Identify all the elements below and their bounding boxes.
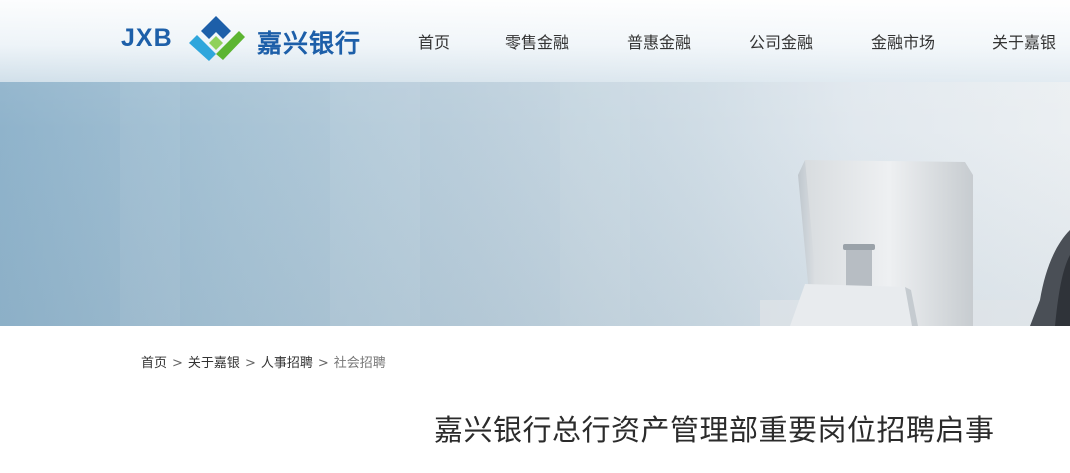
breadcrumb: 首页 > 关于嘉银 > 人事招聘 > 社会招聘: [141, 352, 386, 371]
breadcrumb-separator: >: [244, 356, 256, 371]
nav-item-about[interactable]: 关于嘉银: [992, 29, 1056, 53]
breadcrumb-home[interactable]: 首页: [141, 356, 167, 371]
nav-item-home[interactable]: 首页: [418, 29, 450, 53]
breadcrumb-separator: >: [172, 356, 183, 371]
breadcrumb-separator: >: [317, 356, 329, 371]
logo-text-cn: 嘉兴银行: [257, 29, 362, 58]
breadcrumb-recruitment[interactable]: 人事招聘: [261, 356, 313, 371]
breadcrumb-about[interactable]: 关于嘉银: [188, 356, 240, 371]
article-title: 嘉兴银行总行资产管理部重要岗位招聘启事: [434, 413, 995, 447]
breadcrumb-current: 社会招聘: [333, 356, 386, 371]
logo-text-en: JXB: [121, 24, 173, 52]
logo-diamond-icon: [189, 16, 245, 61]
nav-item-inclusive-finance[interactable]: 普惠金融: [627, 29, 691, 53]
nav-item-corporate-finance[interactable]: 公司金融: [749, 29, 813, 53]
logo[interactable]: JXB 嘉兴银行: [121, 14, 371, 66]
nav-item-financial-markets[interactable]: 金融市场: [871, 29, 935, 53]
site-header: JXB 嘉兴银行 首页 零售金融 普惠金融 公司金融 金融市场 关于嘉银: [0, 0, 1070, 82]
nav-item-retail-finance[interactable]: 零售金融: [505, 29, 569, 53]
